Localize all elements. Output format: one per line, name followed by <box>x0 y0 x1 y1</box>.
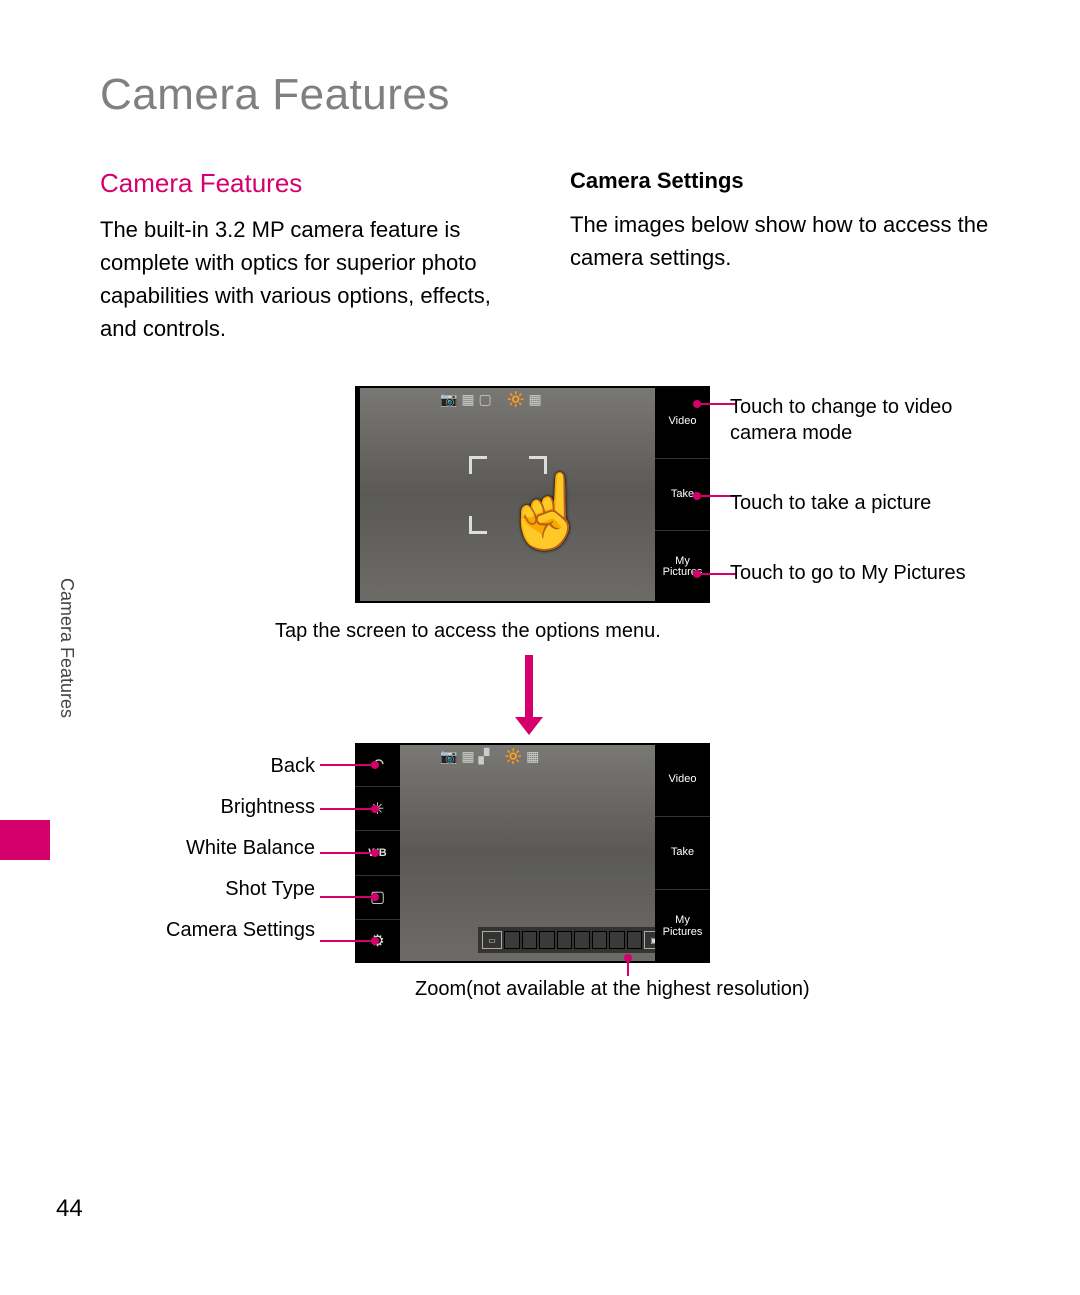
callouts-right: Touch to change to video camera mode Tou… <box>730 394 990 586</box>
section-tab-label: Camera Features <box>56 578 77 718</box>
video-mode-button[interactable]: Video <box>655 386 710 458</box>
label-white-balance: White Balance <box>140 837 315 860</box>
take-picture-button[interactable]: Take <box>655 458 710 531</box>
leader-line <box>320 764 375 766</box>
take-picture-button[interactable]: Take <box>655 816 710 890</box>
zoom-slider[interactable]: ▭ ▣ <box>478 927 668 953</box>
viewfinder: ▭ ▣ <box>400 745 655 961</box>
zoom-out-icon[interactable]: ▭ <box>482 931 502 949</box>
body-features: The built-in 3.2 MP camera feature is co… <box>100 213 530 345</box>
arrow-down-icon <box>525 655 543 735</box>
section-heading-features: Camera Features <box>100 168 530 199</box>
callout-take: Touch to take a picture <box>730 490 990 516</box>
my-pictures-button[interactable]: My Pictures <box>655 889 710 963</box>
leader-dot <box>624 954 632 962</box>
leader-dot <box>371 805 379 813</box>
camera-right-bar: Video Take My Pictures <box>655 743 710 963</box>
camera-status-icons: 📷 ▦ ▞ 🔆 ▦ <box>440 748 539 765</box>
page-number: 44 <box>56 1195 83 1223</box>
figure1-caption: Tap the screen to access the options men… <box>275 620 661 643</box>
body-settings: The images below show how to access the … <box>570 208 1000 274</box>
camera-screenshot-2: ▭ ▣ 📷 ▦ ▞ 🔆 ▦ ↶ ✳ WB ▢ ⚙ Video Take My P… <box>355 743 710 963</box>
section-heading-settings: Camera Settings <box>570 168 1000 194</box>
leader-dot <box>371 937 379 945</box>
video-mode-button[interactable]: Video <box>655 743 710 816</box>
camera-screenshot-1: ☝ 📷 ▦ ▢ 🔆 ▦ Video Take My Pictures <box>355 386 710 603</box>
callouts-left: Back Brightness White Balance Shot Type … <box>140 755 315 942</box>
leader-line <box>320 896 375 898</box>
my-pictures-button[interactable]: My Pictures <box>655 530 710 603</box>
page-title: Camera Features <box>100 70 1000 120</box>
leader-dot <box>371 761 379 769</box>
leader-line <box>320 852 375 854</box>
callout-video: Touch to change to video camera mode <box>730 394 990 446</box>
leader-dot <box>371 893 379 901</box>
label-back: Back <box>140 755 315 778</box>
section-tab-marker <box>0 820 50 860</box>
label-camera-settings: Camera Settings <box>140 919 315 942</box>
camera-status-icons: 📷 ▦ ▢ 🔆 ▦ <box>440 391 542 408</box>
leader-line <box>320 808 375 810</box>
viewfinder: ☝ <box>360 388 655 601</box>
zoom-caption: Zoom(not available at the highest resolu… <box>415 978 810 1001</box>
label-brightness: Brightness <box>140 796 315 819</box>
tap-gesture-icon: ☝ <box>502 469 592 554</box>
label-shot-type: Shot Type <box>140 878 315 901</box>
leader-line <box>320 940 375 942</box>
leader-dot <box>371 849 379 857</box>
callout-mypics: Touch to go to My Pictures <box>730 560 990 586</box>
